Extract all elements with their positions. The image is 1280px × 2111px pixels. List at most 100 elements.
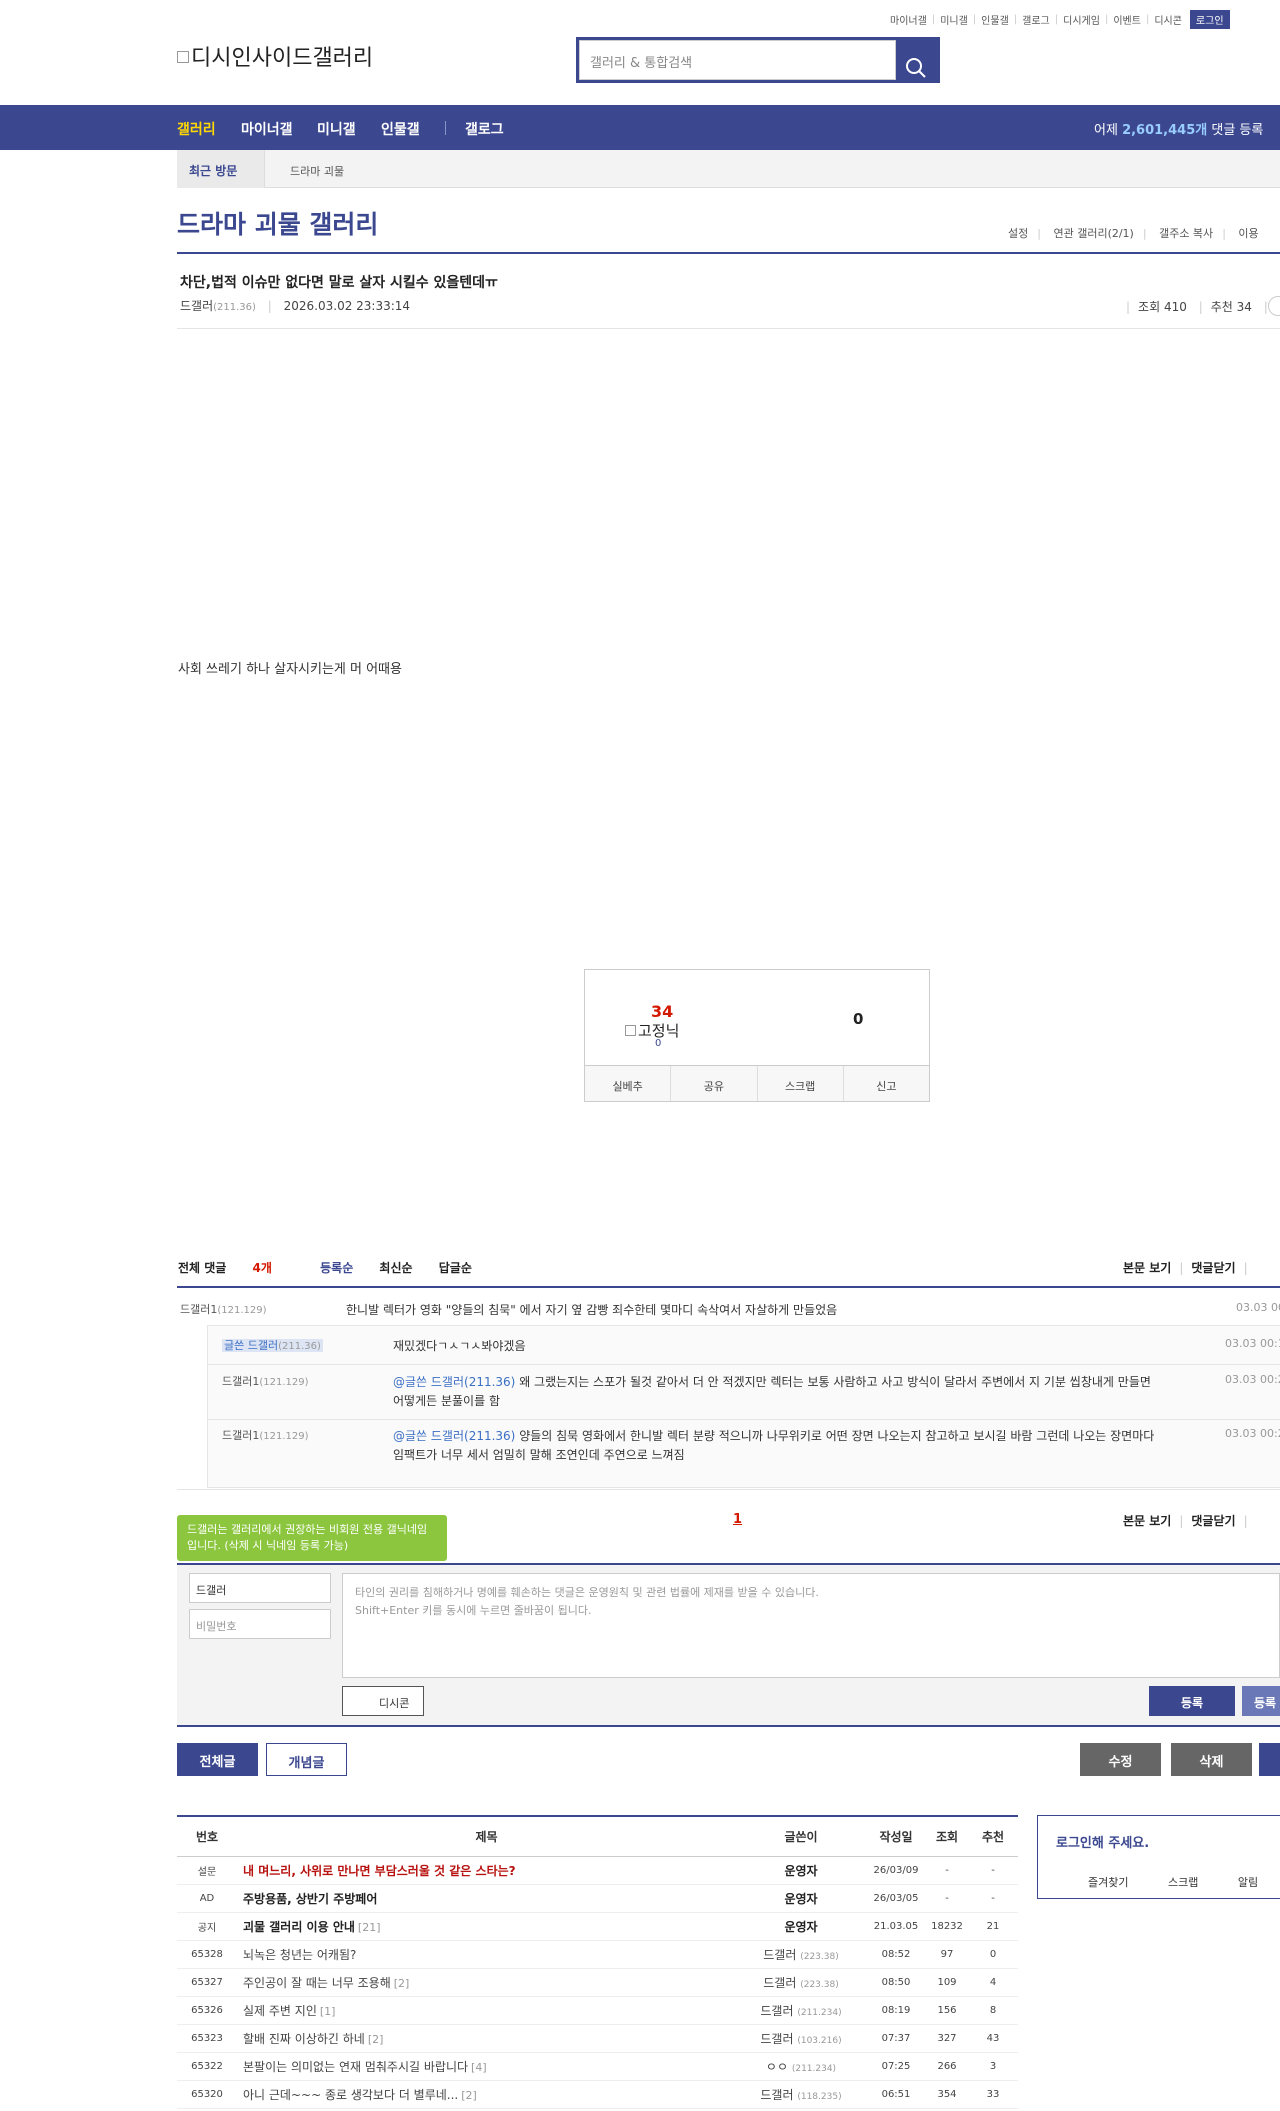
comment-submit-button[interactable]: 등록 [1149,1686,1235,1716]
row-recommends: 43 [968,2024,1018,2053]
comment-submit-recommend-button[interactable]: 등록 [1242,1686,1280,1716]
search-input[interactable]: 갤러리 & 통합검색 [579,40,896,80]
best-recommend-button[interactable]: 실베추 [585,1066,670,1101]
notification-link[interactable]: 알림 [1238,1876,1258,1889]
comment-tools: 본문 보기 | 댓글닫기 | [1123,1261,1248,1275]
recommend-box: 34 고정닉 0 0 실베추 공유 스크랩 신고 [584,969,930,1102]
util-mini-gall[interactable]: 미니갤 [940,12,968,27]
row-title[interactable]: 괴물 갤러리 이용 안내 [243,1920,355,1934]
nav-person-gall[interactable]: 인물갤 [381,119,420,139]
row-title[interactable]: 실제 주변 지인 [243,2004,317,2018]
comment-nick-text: 드갤러1 [222,1375,260,1388]
row-writer[interactable]: 운영자 [784,1864,817,1878]
recommend-down-count[interactable]: 0 [853,1010,863,1028]
write-button[interactable] [1259,1743,1280,1776]
bookmark-link[interactable]: 즐겨찾기 [1088,1876,1128,1889]
row-title[interactable]: 아니 근데~~~ 종로 생각보다 더 별루네... [243,2088,458,2102]
col-recommends: 추천 [968,1815,1018,1857]
table-row[interactable]: 공지 괴물 갤러리 이용 안내 [21] 운영자 21.03.05 18232 21 [177,1912,1018,1941]
row-writer[interactable]: 운영자 [784,1892,817,1906]
related-gallery[interactable]: 연관 갤러리(2/1) [1053,227,1133,240]
comment-nick[interactable]: 글쓴 드갤러(211.36) [222,1337,323,1353]
row-title[interactable]: 할배 진짜 이상하긴 하네 [243,2032,365,2046]
comment-nick[interactable]: 드갤러1(121.129) [222,1427,309,1443]
table-row[interactable]: 65320 아니 근데~~~ 종로 생각보다 더 별루네... [2] 드갤러 (11… [177,2080,1018,2109]
comment-nick[interactable]: 드갤러1(121.129) [180,1301,267,1317]
row-reply-count[interactable]: [1] [320,2005,336,2018]
util-person-gall[interactable]: 인물갤 [981,12,1009,27]
search-button[interactable] [896,40,937,80]
password-input[interactable]: 비밀번호 [189,1609,331,1639]
login-prompt[interactable]: 로그인해 주세요. [1056,1832,1149,1851]
share-button[interactable]: 공유 [670,1066,756,1101]
post-author[interactable]: 드갤러 [180,299,213,313]
dccon-button[interactable]: 디시콘 [342,1686,424,1716]
row-title[interactable]: 주방용품, 상반기 주방페어 [243,1892,377,1906]
table-row[interactable]: 65323 할배 진짜 이상하긴 하네 [2] 드갤러 (103.216) 07:37 3… [177,2024,1018,2053]
recent-visit-item[interactable]: 드라마 괴물 [290,163,344,179]
util-dcgame[interactable]: 디시게임 [1063,12,1100,27]
row-reply-count[interactable]: [2] [368,2033,384,2046]
nav-gallog[interactable]: 갤로그 [465,119,504,139]
gallery-usage[interactable]: 이용 [1238,227,1258,240]
row-reply-count[interactable]: [4] [471,2061,487,2074]
comment-page-1[interactable]: 1 [733,1512,742,1527]
comment-nick[interactable]: 드갤러1(121.129) [222,1373,309,1389]
nav-gallery[interactable]: 갤러리 [177,119,216,139]
comment-item: 드갤러1(121.129) 한니발 렉터가 영화 "양들의 침묵" 에서 자기 … [180,1301,1280,1321]
login-button[interactable]: 로그인 [1189,10,1230,29]
recommend-actions: 실베추 공유 스크랩 신고 [585,1065,929,1101]
row-title[interactable]: 주인공이 잘 때는 너무 조용해 [243,1976,391,1990]
row-reply-count[interactable]: [21] [358,1921,381,1934]
row-writer[interactable]: 드갤러 [760,2088,793,2102]
row-title[interactable]: 본팔이는 의미없는 연재 멈춰주시길 바랍니다 [243,2060,468,2074]
comment-textarea[interactable]: 타인의 권리를 침해하거나 명예를 훼손하는 댓글은 운영원칙 및 관련 법률에… [342,1573,1280,1678]
gallery-settings[interactable]: 설정 [1008,227,1028,240]
table-row[interactable]: AD 주방용품, 상반기 주방페어 운영자 26/03/05- - [177,1884,1018,1913]
row-reply-count[interactable]: [2] [461,2089,477,2102]
scrap-link[interactable]: 스크랩 [1168,1876,1198,1889]
view-post-button[interactable]: 본문 보기 [1123,1261,1171,1275]
view-post-button[interactable]: 본문 보기 [1123,1514,1171,1528]
delete-button[interactable]: 삭제 [1171,1743,1252,1776]
util-event[interactable]: 이벤트 [1113,12,1141,27]
sort-registered[interactable]: 등록순 [320,1261,353,1275]
row-title[interactable]: 내 며느리, 사위로 만나면 부담스러울 것 같은 스타는? [243,1864,516,1878]
report-button[interactable]: 신고 [842,1066,929,1101]
comment-ip: (211.36) [278,1341,321,1352]
table-row[interactable]: 65322 본팔이는 의미없는 연재 멈춰주시길 바랍니다 [4] ㅇㅇ (211.2… [177,2052,1018,2081]
row-writer[interactable]: 드갤러 [763,1976,796,1990]
close-comments-button[interactable]: 댓글닫기 [1191,1261,1235,1275]
row-reply-count[interactable]: [2] [394,1977,410,1990]
recommend-up-count[interactable]: 34 [651,1002,673,1021]
table-row[interactable]: 65328 뇌녹은 청년는 어캐됨? 드갤러 (223.38) 08:52 97 0 [177,1940,1018,1969]
row-writer[interactable]: 드갤러 [763,1948,796,1962]
row-views: 109 [926,1968,968,1997]
util-gallog[interactable]: 갤로그 [1022,12,1050,27]
util-dccon[interactable]: 디시콘 [1154,12,1182,27]
row-writer[interactable]: ㅇㅇ [766,2060,788,2074]
comment-mention[interactable]: @글쓴 드갤러(211.36) [393,1429,515,1443]
row-title[interactable]: 뇌녹은 청년는 어캐됨? [243,1948,356,1962]
table-row[interactable]: 65327 주인공이 잘 때는 너무 조용해 [2] 드갤러 (223.38) 08:5… [177,1968,1018,1997]
nav-mini-gall[interactable]: 미니갤 [317,119,356,139]
comment-mention[interactable]: @글쓴 드갤러(211.36) [393,1375,515,1389]
sort-latest[interactable]: 최신순 [379,1261,412,1275]
gallery-title[interactable]: 드라마 괴물 갤러리 [177,205,378,241]
row-writer[interactable]: 드갤러 [760,2004,793,2018]
close-comments-button[interactable]: 댓글닫기 [1191,1514,1235,1528]
table-row[interactable]: 설문 내 며느리, 사위로 만나면 부담스러울 것 같은 스타는? 운영자 26/0… [177,1856,1018,1885]
all-posts-button[interactable]: 전체글 [177,1743,258,1776]
site-logo[interactable]: 디시인사이드갤러리 [177,40,373,72]
table-row[interactable]: 65326 실제 주변 지인 [1] 드갤러 (211.234) 08:19 156 8 [177,1996,1018,2025]
nav-minor-gall[interactable]: 마이너갤 [241,119,293,139]
sort-replies[interactable]: 답글순 [439,1261,472,1275]
copy-gallery-url[interactable]: 갤주소 복사 [1159,227,1213,240]
row-writer[interactable]: 드갤러 [760,2032,793,2046]
util-minor-gall[interactable]: 마이너갤 [890,12,927,27]
row-writer[interactable]: 운영자 [784,1920,817,1934]
edit-button[interactable]: 수정 [1080,1743,1161,1776]
nickname-input[interactable]: 드갤러 [189,1573,331,1603]
scrap-button[interactable]: 스크랩 [756,1066,843,1101]
concept-posts-button[interactable]: 개념글 [266,1743,347,1776]
